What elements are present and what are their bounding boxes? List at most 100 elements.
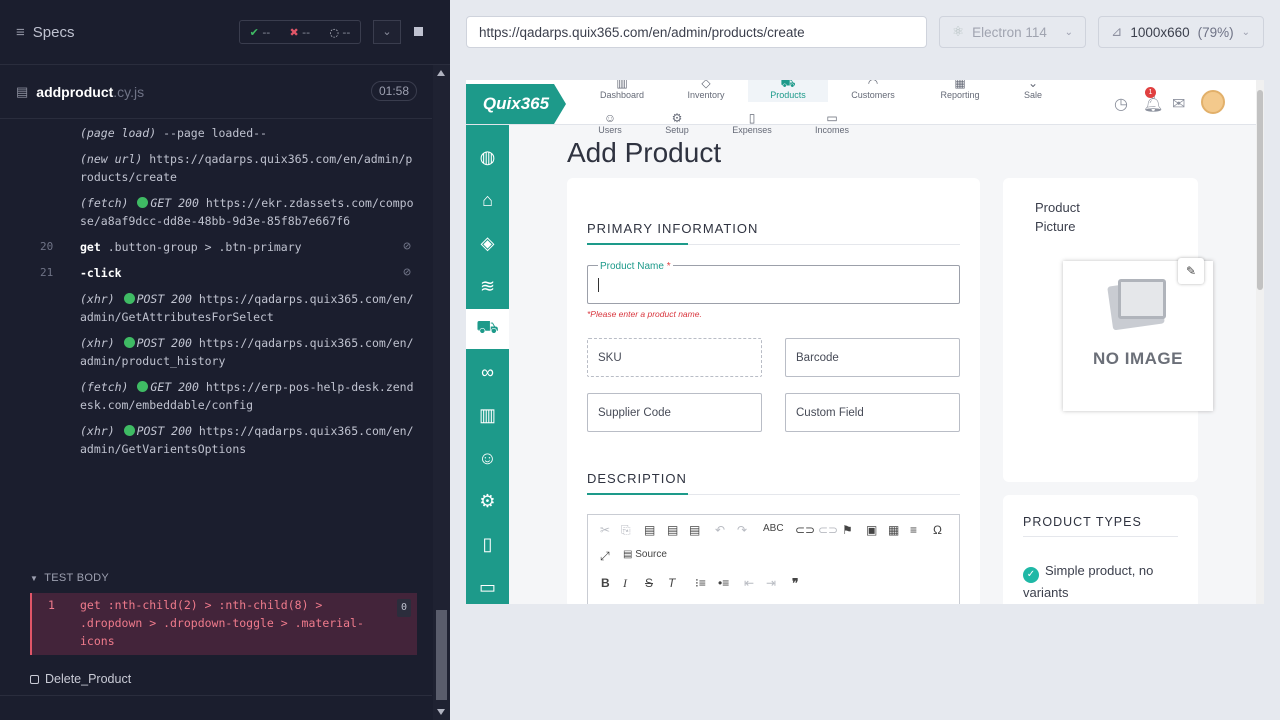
status-dot (123, 425, 135, 436)
chevron-down-icon: ▼ (30, 574, 39, 583)
italic-icon[interactable]: I (623, 576, 627, 591)
viewport-info[interactable]: ⊿ 1000x660 (79%) ⌄ (1098, 16, 1264, 48)
cut-icon[interactable]: ✂ (600, 523, 610, 537)
electron-icon: ⚛ (952, 24, 965, 39)
browser-selector[interactable]: ⚛ Electron 114 ⌄ (939, 16, 1086, 48)
spec-file-name: addproduct (36, 83, 114, 100)
paste-word-icon[interactable]: ▤ (689, 523, 700, 537)
table-icon[interactable]: ▦ (888, 523, 899, 537)
mail-icon[interactable]: ✉ (1172, 94, 1185, 114)
command-row[interactable]: (xhr) POST 200 https://qadarps.quix365.c… (30, 330, 417, 374)
nav-products[interactable]: ⛟ Products (758, 80, 818, 100)
specs-list-icon: ≡ (16, 23, 25, 41)
clock-icon[interactable]: ◷ (1114, 94, 1128, 114)
notebook-icon[interactable]: ▯ (466, 524, 509, 564)
home-icon[interactable]: ⌂ (466, 180, 509, 220)
bold-icon[interactable]: B (601, 576, 610, 590)
horizontal-line-icon[interactable]: ≡ (910, 523, 917, 537)
nav-inventory[interactable]: ◇ Inventory (676, 80, 736, 100)
glasses-icon[interactable]: ∞ (466, 352, 509, 392)
url-bar[interactable]: https://qadarps.quix365.com/en/admin/pro… (466, 16, 927, 48)
nav-users[interactable]: ☺ Users (580, 112, 640, 135)
customers-icon: ◠ (867, 80, 879, 90)
divider (1023, 536, 1178, 537)
special-char-icon[interactable]: Ω (933, 523, 942, 537)
spellcheck-icon[interactable]: ABC (763, 523, 784, 534)
failed-stat: ✖ -- (289, 25, 311, 39)
test-delete-product[interactable]: Delete_Product (30, 672, 131, 686)
nav-dashboard[interactable]: ▥ Dashboard (592, 80, 652, 100)
sku-input[interactable]: SKU (587, 338, 762, 377)
remove-format-icon[interactable]: T (668, 576, 675, 590)
specs-label: Specs (32, 23, 75, 41)
wallet-icon[interactable]: ▭ (466, 567, 509, 604)
nav-incomes[interactable]: ▭ Incomes (802, 112, 862, 135)
status-dot (123, 293, 135, 304)
description-editor[interactable]: ✂ ⎘ ▤ ▤ ▤ ↶ ↷ ABC ⊂⊃ ⊂⊃ ⚑ ▣ ▦ ≡ Ω ⤢ ▤ So… (587, 514, 960, 604)
product-name-input[interactable]: Product Name * (587, 261, 960, 304)
supplier-code-input[interactable]: Supplier Code (587, 393, 762, 432)
command-row[interactable]: (fetch) GET 200 https://ekr.zdassets.com… (30, 190, 417, 234)
undo-icon[interactable]: ↶ (715, 523, 725, 537)
scrollbar-thumb[interactable] (436, 610, 447, 700)
layers-icon[interactable]: ≋ (466, 266, 509, 306)
image-icon[interactable]: ▣ (866, 523, 877, 537)
cart-icon[interactable]: ⛟ (466, 309, 509, 349)
product-type-simple[interactable]: ✓ Simple product, no variants (1023, 561, 1193, 602)
users-icon: ☺ (603, 111, 617, 125)
command-row[interactable]: (fetch) GET 200 https://erp-pos-help-des… (30, 374, 417, 418)
command-row[interactable]: (page load) --page loaded-- (30, 120, 417, 146)
chevron-down-button[interactable]: ⌄ (373, 20, 401, 44)
avatar[interactable] (1201, 90, 1225, 114)
command-row[interactable]: (xhr) POST 200 https://qadarps.quix365.c… (30, 418, 417, 462)
tag-icon[interactable]: ◈ (466, 223, 509, 263)
command-log-scrollbar[interactable] (433, 65, 450, 720)
source-button[interactable]: ▤ Source (623, 549, 667, 560)
copy-icon[interactable]: ⎘ (621, 523, 631, 538)
app-scrollbar[interactable] (1256, 80, 1264, 604)
link-icon[interactable]: ⊂⊃ (795, 523, 815, 537)
no-image-text: NO IMAGE (1093, 349, 1183, 368)
indent-icon[interactable]: ⇥ (766, 576, 776, 590)
failed-command-row[interactable]: 1 get :nth-child(2) > :nth-child(8) > .d… (30, 593, 417, 655)
blockquote-icon[interactable]: ❞ (792, 576, 798, 590)
outdent-icon[interactable]: ⇤ (744, 576, 754, 590)
barcode-input[interactable]: Barcode (785, 338, 960, 377)
app-logo[interactable]: Quix365 (466, 84, 566, 124)
stop-button[interactable] (404, 20, 432, 44)
command-row[interactable]: (new url) https://qadarps.quix365.com/en… (30, 146, 417, 190)
anchor-icon[interactable]: ⚑ (842, 523, 853, 537)
nav-customers[interactable]: ◠ Customers (843, 80, 903, 100)
command-row[interactable]: 21 -click ⊘ (30, 260, 417, 286)
expenses-icon: ▯ (748, 111, 756, 125)
bar-chart-icon[interactable]: ▥ (466, 395, 509, 435)
spec-file-ext: .cy.js (113, 83, 145, 100)
scrollbar-thumb[interactable] (1257, 90, 1263, 290)
test-body-toggle[interactable]: ▼ TEST BODY (30, 572, 109, 584)
gear-icon[interactable]: ⚙ (466, 481, 509, 521)
user-icon[interactable]: ☺ (466, 438, 509, 478)
nav-reporting[interactable]: ▦ Reporting (930, 80, 990, 100)
paste-text-icon[interactable]: ▤ (667, 523, 678, 537)
nav-expenses[interactable]: ▯ Expenses (722, 112, 782, 135)
strikethrough-icon[interactable]: S (645, 576, 653, 590)
globe-icon[interactable]: ◍ (466, 137, 509, 177)
custom-field-input[interactable]: Custom Field (785, 393, 960, 432)
scroll-down-icon[interactable] (437, 709, 445, 715)
numbered-list-icon[interactable]: ⁝≡ (695, 576, 706, 590)
pending-stat: ◌ -- (329, 25, 351, 39)
unlink-icon[interactable]: ⊂⊃ (818, 523, 838, 537)
redo-icon[interactable]: ↷ (737, 523, 747, 537)
edit-pencil-icon[interactable]: ✎ (1178, 258, 1204, 284)
command-row[interactable]: (xhr) POST 200 https://qadarps.quix365.c… (30, 286, 417, 330)
scroll-up-icon[interactable] (437, 70, 445, 76)
command-row[interactable]: 20 get .button-group > .btn-primary ⊘ (30, 234, 417, 260)
bulleted-list-icon[interactable]: •≡ (718, 576, 729, 590)
runner-panel: ≡ Specs ✔ -- ✖ -- ◌ -- ⌄ ▤ addproduct .cy… (0, 0, 450, 720)
maximize-icon[interactable]: ⤢ (600, 549, 610, 564)
paste-icon[interactable]: ▤ (644, 523, 655, 537)
specs-button[interactable]: ≡ Specs (16, 24, 74, 41)
nav-sale[interactable]: ⌄ Sale (1003, 80, 1063, 100)
nav-setup[interactable]: ⚙ Setup (647, 112, 707, 135)
page-title: Add Product (567, 137, 722, 168)
